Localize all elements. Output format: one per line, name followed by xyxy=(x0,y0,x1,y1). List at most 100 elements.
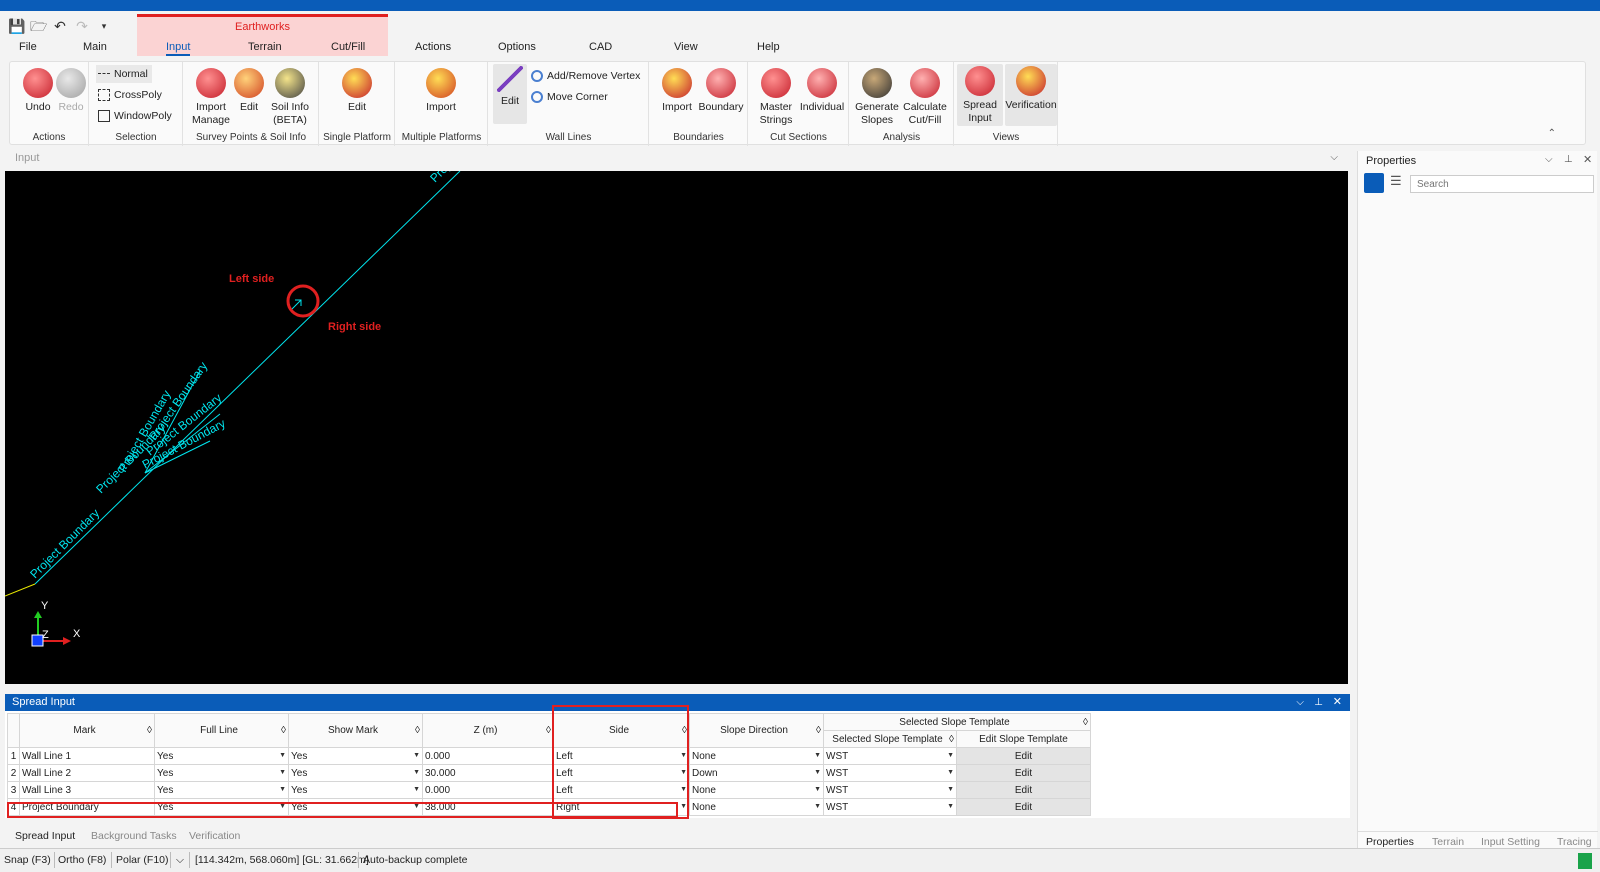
spread-input-icon xyxy=(965,66,995,96)
polar-toggle[interactable]: Polar (F10) xyxy=(116,854,169,866)
categorized-view-icon[interactable] xyxy=(1364,173,1384,193)
edit-template-button[interactable]: Edit xyxy=(956,781,1091,799)
tab-tracing[interactable]: Tracing xyxy=(1557,836,1592,848)
multiple-platforms-import-button[interactable]: Import xyxy=(418,66,464,114)
ortho-toggle[interactable]: Ortho (F8) xyxy=(58,854,106,866)
tab-properties[interactable]: Properties xyxy=(1366,836,1414,848)
spread-input-button[interactable]: Spread Input xyxy=(957,64,1003,126)
cell-slope-template[interactable]: WST ▼ xyxy=(823,764,957,782)
individual-button[interactable]: Individual xyxy=(799,66,845,114)
cell-full-line[interactable]: Yes ▼ xyxy=(154,781,289,799)
tab-options[interactable]: Options xyxy=(498,41,536,53)
group-label: Selection xyxy=(115,132,157,143)
cell-full-line[interactable]: Yes ▼ xyxy=(154,764,289,782)
survey-import-icon xyxy=(196,68,226,98)
cell-show-mark[interactable]: Yes ▼ xyxy=(288,747,423,765)
cell-mark[interactable]: Wall Line 1 xyxy=(19,747,155,765)
pin-icon[interactable]: ⊥ xyxy=(1314,694,1323,711)
boundaries-import-button[interactable]: Import xyxy=(654,66,700,114)
cell-z[interactable]: 30.000 xyxy=(422,764,554,782)
tab-cad[interactable]: CAD xyxy=(589,41,612,53)
selection-normal-button[interactable]: Normal xyxy=(96,65,152,83)
edit-template-button[interactable]: Edit xyxy=(956,747,1091,765)
move-corner-label: Move Corner xyxy=(547,91,608,103)
add-remove-vertex-button[interactable]: Add/Remove Vertex xyxy=(529,67,640,85)
tab-file[interactable]: File xyxy=(19,41,37,53)
column-header-z[interactable]: Z (m) ◊ xyxy=(422,713,554,748)
column-header-show-mark[interactable]: Show Mark ◊ xyxy=(288,713,423,748)
cell-slope-direction[interactable]: None ▼ xyxy=(689,781,824,799)
wall-line-edit-icon xyxy=(497,66,523,92)
verification-button[interactable]: Verification xyxy=(1005,64,1057,126)
snap-toggle[interactable]: Snap (F3) xyxy=(4,854,51,866)
context-group-title: Earthworks xyxy=(234,21,291,33)
redo-button[interactable]: Redo xyxy=(48,66,94,114)
tab-terrain[interactable]: Terrain xyxy=(248,41,282,53)
collapse-ribbon-icon[interactable]: ⌃ xyxy=(1548,128,1556,139)
cell-slope-direction[interactable]: None ▼ xyxy=(689,747,824,765)
boundary-import-icon xyxy=(662,68,692,98)
master-strings-button[interactable]: Master Strings xyxy=(753,66,799,127)
cell-slope-direction[interactable]: Down ▼ xyxy=(689,764,824,782)
soil-info-button[interactable]: Soil Info (BETA) xyxy=(267,66,313,127)
calculate-cutfill-icon xyxy=(910,68,940,98)
edit-template-button[interactable]: Edit xyxy=(956,764,1091,782)
wall-lines-edit-button[interactable]: Edit xyxy=(493,64,527,124)
boundaries-import-label: Import xyxy=(662,101,692,113)
tab-input[interactable]: Input xyxy=(166,41,191,56)
tab-actions[interactable]: Actions xyxy=(415,41,451,53)
cell-slope-template[interactable]: WST ▼ xyxy=(823,747,957,765)
selection-windowpoly-button[interactable]: WindowPoly xyxy=(96,107,172,125)
tab-help[interactable]: Help xyxy=(757,41,780,53)
tab-spread-input[interactable]: Spread Input xyxy=(15,830,75,842)
chevron-down-icon[interactable]: ⌵ xyxy=(1330,152,1338,163)
cell-full-line[interactable]: Yes ▼ xyxy=(154,747,289,765)
cell-slope-template[interactable]: WST ▼ xyxy=(823,781,957,799)
cell-mark[interactable]: Wall Line 3 xyxy=(19,781,155,799)
cell-z[interactable]: 0.000 xyxy=(422,781,554,799)
column-header-selected-template[interactable]: Selected Slope Template ◊ xyxy=(823,730,957,748)
alphabetical-view-icon[interactable]: ☰ xyxy=(1390,173,1402,189)
properties-title: Properties xyxy=(1366,155,1417,167)
selection-crosspoly-button[interactable]: CrossPoly xyxy=(96,86,162,104)
move-corner-button[interactable]: Move Corner xyxy=(529,88,608,106)
column-header-full-line[interactable]: Full Line ◊ xyxy=(154,713,289,748)
tab-verification[interactable]: Verification xyxy=(189,830,240,842)
close-icon[interactable]: ✕ xyxy=(1583,153,1592,166)
properties-search-input[interactable] xyxy=(1410,175,1594,193)
pin-icon[interactable]: ⊥ xyxy=(1564,154,1573,165)
cell-slope-direction[interactable]: None ▼ xyxy=(689,798,824,816)
boundary-button[interactable]: Boundary xyxy=(698,66,744,114)
edit-template-button[interactable]: Edit xyxy=(956,798,1091,816)
column-header-edit-template[interactable]: Edit Slope Template xyxy=(956,730,1091,748)
group-label: Actions xyxy=(32,132,66,143)
calculate-cutfill-button[interactable]: Calculate Cut/Fill xyxy=(902,66,948,127)
tab-terrain[interactable]: Terrain xyxy=(1432,836,1464,848)
generate-slopes-button[interactable]: Generate Slopes xyxy=(854,66,900,127)
survey-edit-button[interactable]: Edit xyxy=(226,66,272,114)
cell-show-mark[interactable]: Yes ▼ xyxy=(288,781,423,799)
table-row: 1 Wall Line 1 Yes ▼ Yes ▼ 0.000 Left ▼ None… xyxy=(7,747,1091,765)
cad-viewport[interactable]: Project Boundary Project Boundary Projec… xyxy=(5,171,1348,684)
drawing-canvas[interactable]: Project Boundary Project Boundary Projec… xyxy=(5,171,1348,684)
group-multiple-platforms: Import Multiple Platforms xyxy=(396,62,488,146)
cell-show-mark[interactable]: Yes ▼ xyxy=(288,764,423,782)
cell-z[interactable]: 0.000 xyxy=(422,747,554,765)
group-label: Analysis xyxy=(882,132,921,143)
tab-input-setting[interactable]: Input Setting xyxy=(1481,836,1540,848)
column-header-mark[interactable]: Mark ◊ xyxy=(19,713,155,748)
tab-view[interactable]: View xyxy=(674,41,698,53)
chevron-down-icon[interactable]: ⌵ xyxy=(1545,154,1553,165)
boundary-label: Project Boundary xyxy=(427,171,502,185)
cell-slope-template[interactable]: WST ▼ xyxy=(823,798,957,816)
column-header-slope-direction[interactable]: Slope Direction ◊ xyxy=(689,713,824,748)
tab-background-tasks[interactable]: Background Tasks xyxy=(91,830,177,842)
tab-main[interactable]: Main xyxy=(83,41,107,53)
ribbon-tabs: Earthworks File Main Input Terrain Cut/F… xyxy=(0,14,1600,58)
single-platform-edit-button[interactable]: Edit xyxy=(334,66,380,114)
cell-mark[interactable]: Wall Line 2 xyxy=(19,764,155,782)
chevron-down-icon[interactable]: ⌵ xyxy=(1296,694,1304,711)
tab-cutfill[interactable]: Cut/Fill xyxy=(331,41,365,53)
close-icon[interactable]: ✕ xyxy=(1333,694,1342,711)
polar-dropdown-icon[interactable]: ⌵ xyxy=(176,854,184,867)
